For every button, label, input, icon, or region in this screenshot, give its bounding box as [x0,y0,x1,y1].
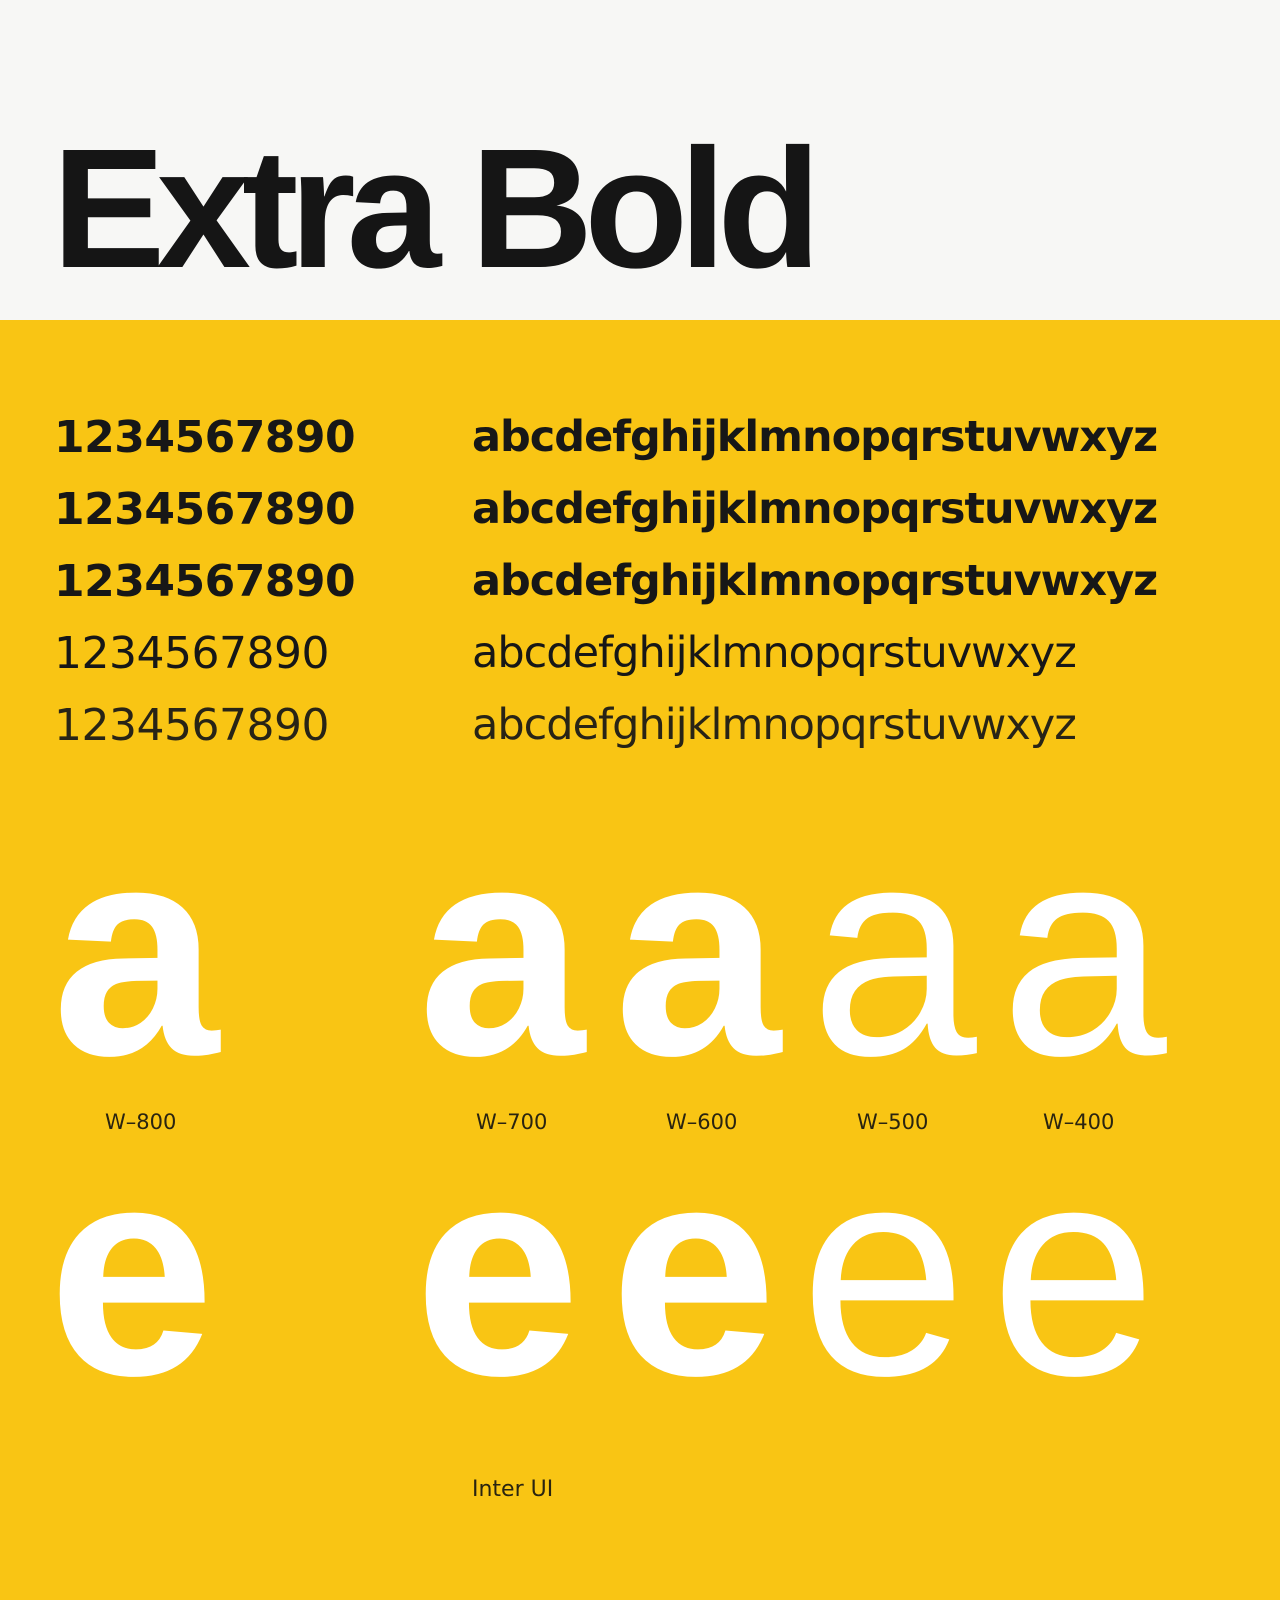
glyph-a-800: a [52,782,219,1118]
glyph-e-800: e [48,1102,215,1438]
alphabet-row-400: abcdefghijklmnopqrstuvwxyz [472,700,1077,750]
digits-row-500: 1234567890 [54,628,329,679]
digits-row-400: 1234567890 [54,700,329,751]
glyph-e-400: e [990,1102,1157,1438]
digits-row-600: 1234567890 [54,556,356,607]
glyph-a-600: a [614,782,781,1118]
digits-row-700: 1234567890 [54,484,356,535]
alphabet-row-500: abcdefghijklmnopqrstuvwxyz [472,628,1077,678]
alphabet-row-800: abcdefghijklmnopqrstuvwxyz [472,412,1158,462]
title-section: Extra Bold [0,0,1280,320]
glyph-a-500: a [810,782,977,1118]
glyph-a-400: a [1000,782,1167,1118]
page-title: Extra Bold [52,114,821,304]
glyph-e-500: e [800,1102,967,1438]
alphabet-row-600: abcdefghijklmnopqrstuvwxyz [472,556,1158,606]
glyph-e-600: e [610,1102,777,1438]
alphabet-row-700: abcdefghijklmnopqrstuvwxyz [472,484,1158,534]
glyph-a-700: a [418,782,585,1118]
digits-row-800: 1234567890 [54,412,356,463]
glyph-e-700: e [414,1102,581,1438]
font-name-caption: Inter UI [472,1477,554,1502]
